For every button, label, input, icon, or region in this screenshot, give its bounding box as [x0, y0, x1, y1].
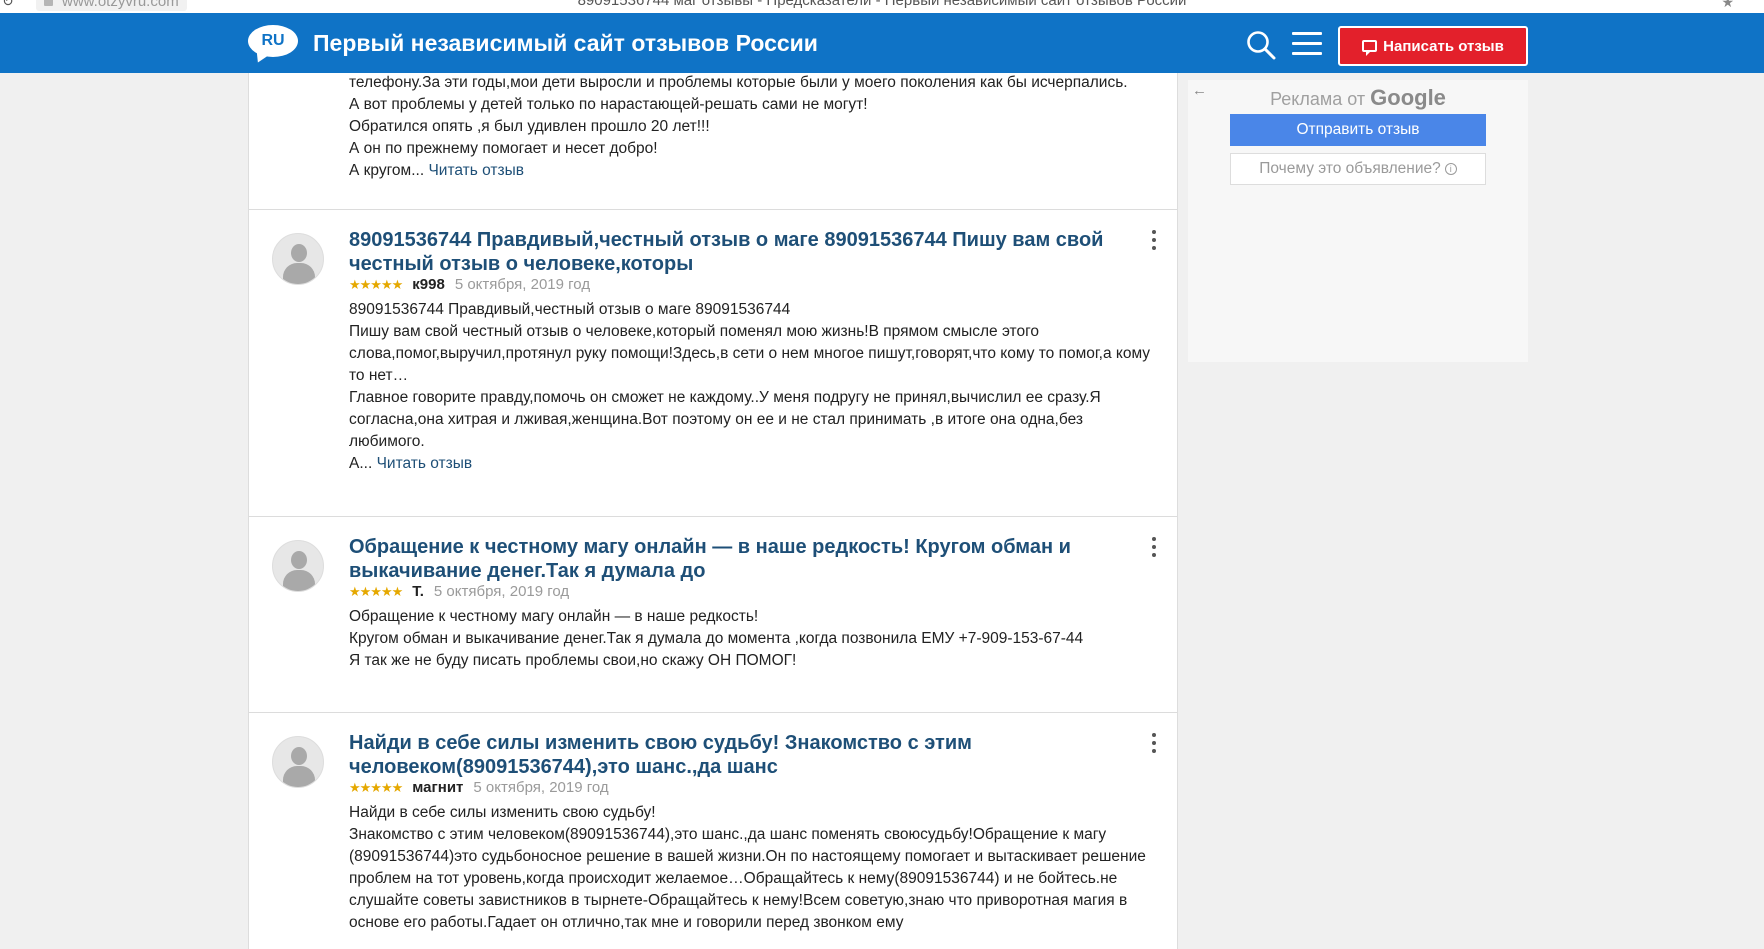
review-line: А вот проблемы у детей только по нараста… [349, 96, 868, 113]
review-date: 5 октября, 2019 год [433, 583, 570, 600]
avatar [272, 540, 324, 592]
more-options-icon[interactable] [1150, 733, 1158, 753]
ad-panel: ← Реклама от Google Отправить отзыв Поче… [1188, 80, 1528, 362]
review-meta: ★★★★★ Т. 5 октября, 2019 год [349, 583, 569, 600]
read-more-link[interactable]: Читать отзыв [377, 455, 473, 472]
more-options-icon[interactable] [1150, 537, 1158, 557]
review-line: А... Читать отзыв [349, 455, 473, 472]
google-wordmark: Google [1370, 85, 1446, 110]
ad-label: Реклама от Google [1270, 85, 1446, 110]
review-text: телефону.За эти годы,мои дети выросли и … [349, 73, 1159, 182]
review-line: А он по прежнему помогает и несет добро! [349, 140, 658, 157]
rating-stars: ★★★★★ [349, 779, 403, 795]
review-line: телефону.За эти годы,мои дети выросли и … [349, 74, 1128, 91]
review-title-link[interactable]: Найди в себе силы изменить свою судьбу! … [349, 731, 1149, 779]
window-title: 89091536744 маг отзывы - Предсказатели -… [577, 0, 1187, 9]
review-date: 5 октября, 2019 год [473, 779, 609, 796]
author-name[interactable]: Т. [412, 583, 424, 600]
review-card: телефону.За эти годы,мои дети выросли и … [249, 73, 1177, 210]
avatar [272, 233, 324, 285]
why-this-ad-button[interactable]: Почему это объявление? i [1230, 153, 1486, 185]
author-name[interactable]: магнит [412, 779, 463, 796]
bookmark-star-icon[interactable]: ★ [1721, 0, 1734, 11]
review-title-link[interactable]: 89091536744 Правдивый,честный отзыв о ма… [349, 228, 1149, 276]
site-title[interactable]: Первый независимый сайт отзывов России [313, 30, 818, 57]
read-more-link[interactable]: Читать отзыв [428, 162, 524, 179]
review-line: Кругом обман и выкачивание денег.Так я д… [349, 630, 1084, 647]
review-card: 89091536744 Правдивый,честный отзыв о ма… [249, 210, 1177, 517]
menu-icon[interactable] [1292, 32, 1322, 58]
write-review-label: Написать отзыв [1383, 37, 1504, 55]
review-line: 89091536744 Правдивый,честный отзыв о ма… [349, 301, 791, 318]
review-line: А кругом... Читать отзыв [349, 162, 524, 179]
review-line: Обратился опять ,я был удивлен прошло 20… [349, 118, 710, 135]
review-meta: ★★★★★ магнит 5 октября, 2019 год [349, 779, 609, 796]
avatar [272, 736, 324, 788]
review-line: Знакомство с этим человеком(89091536744)… [349, 826, 1146, 931]
review-text: 89091536744 Правдивый,честный отзыв о ма… [349, 299, 1159, 475]
author-name[interactable]: к998 [412, 276, 445, 293]
review-date: 5 октября, 2019 год [454, 276, 591, 293]
site-logo[interactable]: RU [248, 25, 298, 57]
review-text: Найди в себе силы изменить свою судьбу! … [349, 802, 1159, 934]
browser-chrome: ↻ www.otzyvru.com 89091536744 маг отзывы… [0, 0, 1764, 13]
rating-stars: ★★★★★ [349, 276, 403, 292]
write-review-button[interactable]: Написать отзыв [1338, 26, 1528, 66]
review-title-link[interactable]: Обращение к честному магу онлайн — в наш… [349, 535, 1149, 583]
review-line: Пишу вам свой честный отзыв о человеке,к… [349, 323, 1151, 384]
review-line: Обращение к честному магу онлайн — в наш… [349, 608, 759, 625]
search-icon[interactable] [1246, 30, 1276, 60]
rating-stars: ★★★★★ [349, 583, 403, 599]
review-line: Найди в себе силы изменить свою судьбу! [349, 804, 656, 821]
send-feedback-button[interactable]: Отправить отзыв [1230, 114, 1486, 146]
more-options-icon[interactable] [1150, 230, 1158, 250]
review-card: Найди в себе силы изменить свою судьбу! … [249, 713, 1177, 949]
logo-text: RU [261, 32, 285, 49]
review-line: Я так же не буду писать проблемы свои,но… [349, 652, 797, 669]
review-card: Обращение к честному магу онлайн — в наш… [249, 517, 1177, 713]
site-header: RU Первый независимый сайт отзывов Росси… [0, 13, 1764, 73]
comment-icon [1362, 40, 1378, 56]
review-line: Главное говорите правду,помочь он сможет… [349, 389, 1101, 450]
review-meta: ★★★★★ к998 5 октября, 2019 год [349, 276, 590, 293]
why-this-ad-label: Почему это объявление? [1259, 160, 1441, 177]
reviews-list: телефону.За эти годы,мои дети выросли и … [248, 73, 1178, 949]
review-text: Обращение к честному магу онлайн — в наш… [349, 606, 1159, 672]
info-icon: i [1444, 163, 1457, 175]
